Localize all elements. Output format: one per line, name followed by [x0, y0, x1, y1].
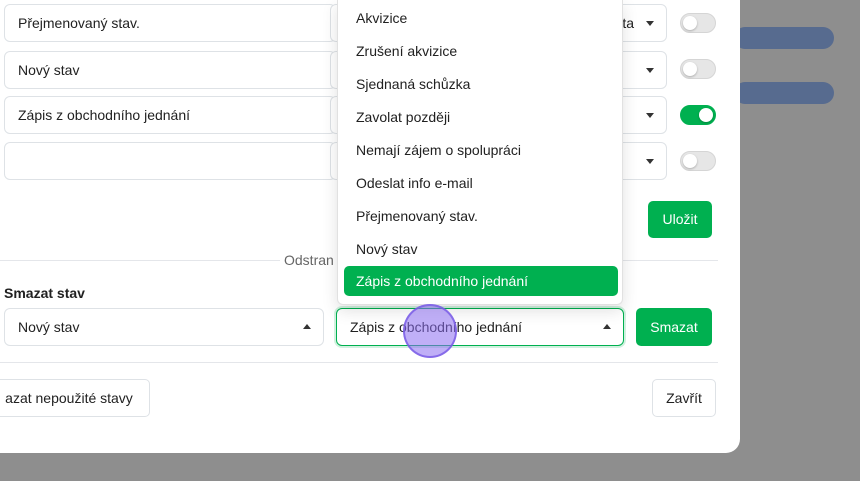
footer-divider: [0, 362, 718, 363]
chevron-down-icon: [646, 68, 654, 73]
chevron-down-icon: [646, 113, 654, 118]
dropdown-option[interactable]: Akvizice: [344, 3, 618, 33]
state-active-toggle[interactable]: [680, 105, 716, 125]
delete-button[interactable]: Smazat: [636, 308, 712, 346]
background-badge: [734, 82, 834, 104]
state-active-toggle[interactable]: [680, 59, 716, 79]
delete-section-title: Odstran: [284, 252, 334, 268]
target-state-select[interactable]: Zápis z obchodního jednání: [336, 308, 624, 346]
background-badge: [734, 27, 834, 49]
chevron-up-icon: [303, 324, 311, 329]
state-name-input[interactable]: Zápis z obchodního jednání: [4, 96, 336, 134]
click-indicator: [403, 304, 457, 358]
source-state-select[interactable]: Nový stav: [4, 308, 324, 346]
dropdown-option[interactable]: Sjednaná schůzka: [344, 69, 618, 99]
chevron-up-icon: [603, 324, 611, 329]
save-button[interactable]: Uložit: [648, 201, 712, 238]
state-name-input[interactable]: [4, 142, 336, 180]
state-options-dropdown: Akvizice Zrušení akvizice Sjednaná schůz…: [337, 0, 623, 305]
state-active-toggle[interactable]: [680, 13, 716, 33]
dropdown-option[interactable]: Nemají zájem o spolupráci: [344, 135, 618, 165]
source-state-value: Nový stav: [18, 319, 80, 335]
dropdown-option[interactable]: Odeslat info e-mail: [344, 168, 618, 198]
close-button[interactable]: Zavřít: [652, 379, 716, 417]
dropdown-option[interactable]: Zrušení akvizice: [344, 36, 618, 66]
chevron-down-icon: [646, 21, 654, 26]
dropdown-option[interactable]: Nový stav: [344, 234, 618, 264]
state-active-toggle[interactable]: [680, 151, 716, 171]
dropdown-option[interactable]: Přejmenovaný stav.: [344, 201, 618, 231]
state-name-input[interactable]: Nový stav: [4, 51, 336, 89]
dropdown-option-selected[interactable]: Zápis z obchodního jednání: [344, 266, 618, 296]
section-divider: [620, 260, 718, 261]
delete-unused-states-button[interactable]: azat nepoužité stavy: [0, 379, 150, 417]
state-name-input[interactable]: Přejmenovaný stav.: [4, 4, 336, 42]
delete-state-label: Smazat stav: [4, 285, 85, 301]
chevron-down-icon: [646, 159, 654, 164]
dropdown-option[interactable]: Zavolat později: [344, 102, 618, 132]
section-divider: [0, 260, 280, 261]
